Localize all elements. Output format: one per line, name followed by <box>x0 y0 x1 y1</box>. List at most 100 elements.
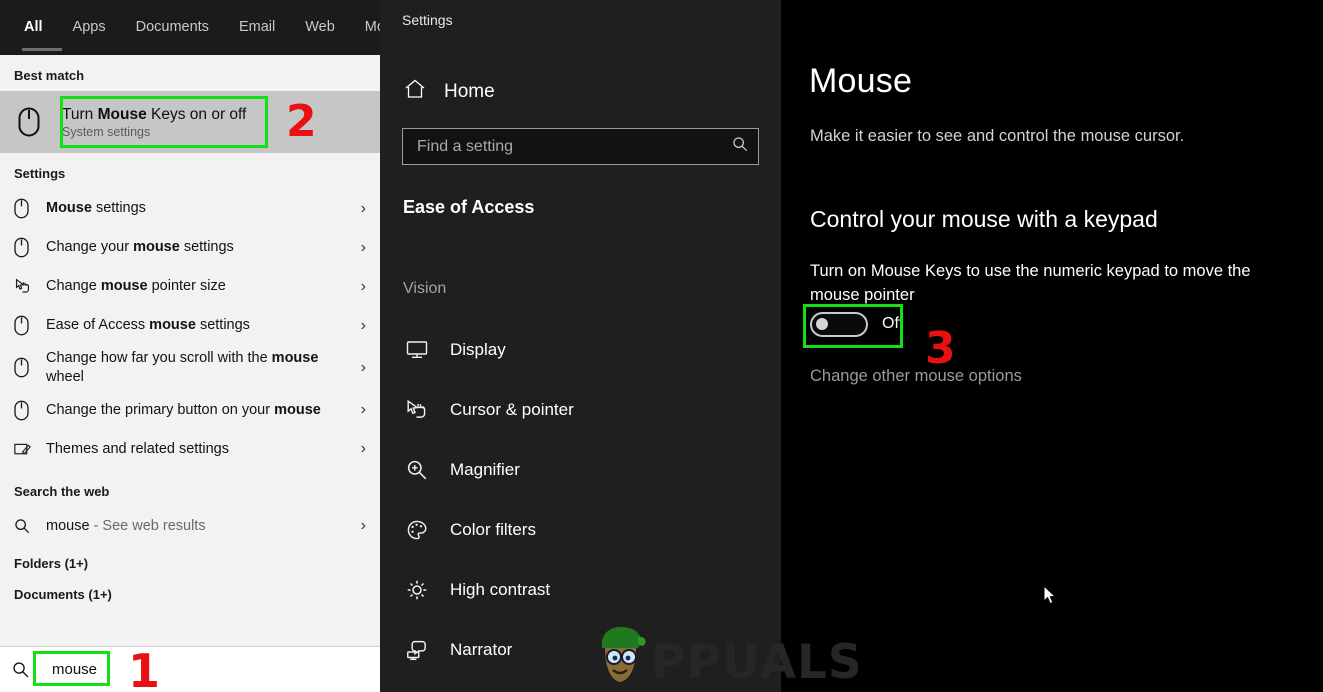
mouse-keys-toggle[interactable]: Off <box>810 311 942 337</box>
chevron-right-icon: › <box>360 440 366 458</box>
folders-header: Folders (1+) <box>14 555 89 571</box>
nav-item-label: High contrast <box>450 580 551 599</box>
settings-window-title: Settings <box>402 12 453 28</box>
result-change-your-mouse-settings[interactable]: Change your mouse settings › <box>0 228 380 267</box>
web-suffix: - See web results <box>89 517 206 534</box>
mouse-icon <box>0 107 58 137</box>
nav-item-home[interactable]: Home <box>380 28 781 106</box>
li-bold: mouse <box>149 317 196 334</box>
nav-item-high-contrast[interactable]: High contrast <box>380 560 781 620</box>
settings-results-list: Mouse settings › Change your mouse setti… <box>0 189 380 469</box>
nav-item-narrator[interactable]: Narrator <box>380 620 781 680</box>
li-bold: mouse <box>271 350 319 366</box>
annotation-1-number: 1 <box>128 644 161 692</box>
section-paragraph-mouse-keys: Turn on Mouse Keys to use the numeric ke… <box>810 262 1251 304</box>
page-title: Mouse <box>809 62 913 100</box>
mouse-keys-toggle-wrap: Off <box>781 303 1323 348</box>
find-a-setting-input[interactable]: Find a setting <box>402 128 759 165</box>
pointer-icon <box>14 278 46 295</box>
li-pre: Change your <box>46 239 134 256</box>
web-result-label: mouse - See web results <box>46 517 352 536</box>
tab-all[interactable]: All <box>22 14 45 41</box>
li-bold: Mouse <box>46 200 92 217</box>
find-a-setting-placeholder: Find a setting <box>417 137 514 155</box>
page-description: Make it easier to see and control the mo… <box>810 127 1185 145</box>
tab-active-indicator <box>22 48 62 51</box>
tab-apps[interactable]: Apps <box>71 14 108 41</box>
nav-item-magnifier[interactable]: Magnifier <box>380 440 781 500</box>
nav-item-label: Cursor & pointer <box>450 400 574 419</box>
windows-search-flyout: All Apps Documents Email Web Mo Best mat… <box>0 0 380 692</box>
best-match-title: Turn Mouse Keys on or off <box>62 105 380 124</box>
settings-section-header: Settings <box>14 166 66 181</box>
web-result-item[interactable]: mouse - See web results › <box>0 507 380 546</box>
best-match-header: Best match <box>14 68 85 83</box>
theme-icon <box>14 441 46 458</box>
chevron-right-icon: › <box>360 401 366 419</box>
narrator-icon <box>404 639 430 661</box>
li-bold: mouse <box>100 278 148 295</box>
tab-web[interactable]: Web <box>303 14 337 41</box>
li-pre: Change how far you scroll with the <box>46 350 272 366</box>
nav-item-display[interactable]: Display <box>380 320 781 380</box>
section-heading-keypad: Control your mouse with a keypad <box>810 206 1158 232</box>
web-query: mouse <box>46 517 90 534</box>
chevron-right-icon: › <box>360 238 366 256</box>
mouse-icon <box>14 198 46 219</box>
pointer-icon <box>404 399 430 421</box>
li-bold: mouse <box>274 401 321 418</box>
best-match-subtitle: System settings <box>62 125 151 140</box>
chevron-right-icon: › <box>360 358 366 376</box>
nav-category-title: Ease of Access <box>403 197 535 217</box>
documents-header: Documents (1+) <box>14 586 112 602</box>
best-match-result[interactable]: Turn Mouse Keys on or off System setting… <box>0 91 380 153</box>
result-mouse-settings[interactable]: Mouse settings › <box>0 189 380 228</box>
tab-documents[interactable]: Documents <box>134 14 211 41</box>
nav-item-label: Display <box>450 340 506 359</box>
result-themes-and-related-settings[interactable]: Themes and related settings › <box>0 430 380 469</box>
home-icon <box>404 78 426 106</box>
toggle-switch-track[interactable] <box>810 311 868 337</box>
result-label: Change how far you scroll with the mouse… <box>46 349 352 387</box>
tab-email[interactable]: Email <box>237 14 277 41</box>
annotation-badge-1: 1 1 <box>128 648 160 692</box>
mouse-icon <box>14 237 46 258</box>
li-post: settings <box>91 200 146 217</box>
toggle-switch-knob <box>816 318 828 331</box>
mouse-icon <box>14 400 46 421</box>
li-post: wheel <box>46 368 84 385</box>
mouse-icon <box>14 315 46 336</box>
search-icon <box>12 661 42 678</box>
result-change-scroll-wheel[interactable]: Change how far you scroll with the mouse… <box>0 345 380 391</box>
search-icon <box>732 136 748 157</box>
nav-item-color-filters[interactable]: Color filters <box>380 500 781 560</box>
bm-pre: Turn <box>62 105 98 123</box>
result-label: Change the primary button on your mouse <box>46 401 352 420</box>
result-label: Change mouse pointer size <box>46 277 352 296</box>
result-change-mouse-pointer-size[interactable]: Change mouse pointer size › <box>0 267 380 306</box>
nav-item-label: Narrator <box>450 640 513 659</box>
nav-item-label: Magnifier <box>450 460 520 479</box>
bm-bold: Mouse <box>97 105 147 123</box>
taskbar-search-bar[interactable]: mouse <box>0 646 380 692</box>
result-ease-of-access-mouse-settings[interactable]: Ease of Access mouse settings › <box>0 306 380 345</box>
li-post: settings <box>195 317 250 334</box>
mouse-icon <box>14 357 46 378</box>
result-label: Themes and related settings <box>46 440 352 459</box>
li-pre: Themes and related settings <box>46 440 229 457</box>
li-pre: Change the primary button on your <box>46 401 275 418</box>
result-label: Change your mouse settings <box>46 238 352 257</box>
li-pre: Ease of Access <box>46 317 150 334</box>
display-icon <box>404 340 430 360</box>
chevron-right-icon: › <box>360 199 366 217</box>
nav-item-list: Display Cursor & pointer Magnifier Color… <box>380 320 781 680</box>
result-change-primary-button[interactable]: Change the primary button on your mouse … <box>0 391 380 430</box>
bm-post: Keys on or off <box>146 105 247 123</box>
li-bold: mouse <box>133 239 180 256</box>
brightness-icon <box>404 579 430 601</box>
nav-item-cursor-pointer[interactable]: Cursor & pointer <box>380 380 781 440</box>
result-label: Mouse settings <box>46 199 352 218</box>
search-input[interactable]: mouse <box>42 658 107 681</box>
change-other-mouse-options-link[interactable]: Change other mouse options <box>781 337 1323 386</box>
tab-more[interactable]: Mo <box>363 14 380 41</box>
